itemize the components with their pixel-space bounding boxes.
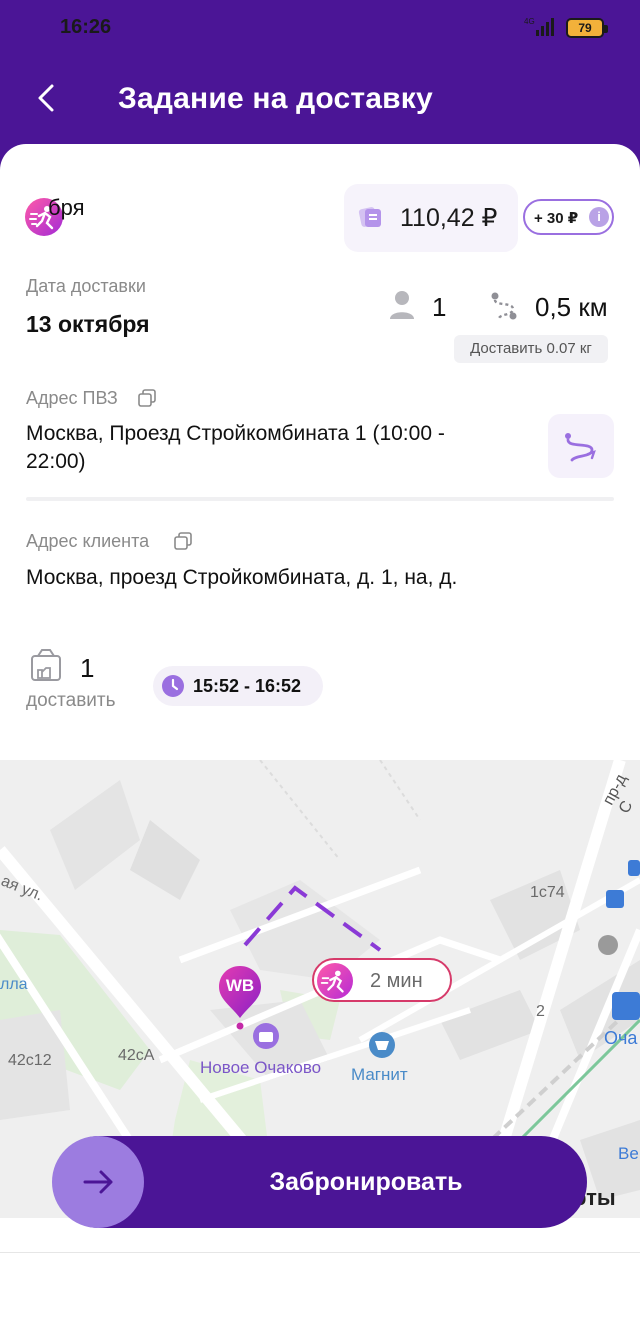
- book-button-label: Забронировать: [269, 1168, 463, 1196]
- clock-icon: [162, 675, 184, 697]
- delivery-task-screen: 16:26 4G 79 Задание на доставку бря 110,…: [0, 0, 640, 1331]
- status-time: 16:26: [60, 16, 112, 38]
- route-map-icon: [565, 433, 596, 462]
- battery-icon: 79: [566, 18, 608, 38]
- payment-icon: [358, 207, 381, 227]
- map-poi-label-magnit: Магнит: [351, 1065, 408, 1084]
- map-metro-label: Оча: [604, 1028, 638, 1048]
- book-button[interactable]: Забронировать: [52, 1136, 587, 1228]
- pickup-address: Москва, Проезд Стройкомбината 1 (10:00 -…: [26, 420, 445, 476]
- pickup-address-line2: 22:00): [26, 450, 86, 473]
- battery-level: 79: [578, 21, 592, 35]
- client-address: Москва, проезд Стройкомбината, д. 1, на,…: [26, 566, 458, 589]
- svg-text:4G: 4G: [524, 17, 535, 26]
- status-bar: 16:26 4G 79: [0, 0, 640, 56]
- courier-running-icon: [317, 963, 353, 999]
- courier-month-text: бря: [48, 195, 85, 220]
- time-window-chip: 15:52 - 16:52: [153, 666, 323, 706]
- copy-icon[interactable]: [173, 531, 193, 551]
- weight-chip: Доставить 0.07 кг: [454, 335, 608, 363]
- chevron-left-icon: [38, 84, 54, 112]
- parcel-count: 1: [80, 653, 95, 683]
- arrow-circle: [52, 1136, 144, 1228]
- map-pin-icon: [219, 966, 261, 1030]
- map-house-label: 1с74: [530, 884, 565, 901]
- price-value: 110,42 ₽: [400, 204, 498, 232]
- time-window: 15:52 - 16:52: [193, 676, 302, 696]
- eta-text: 2 мин: [370, 970, 423, 992]
- map-house-label: 2: [536, 1003, 545, 1020]
- client-address-label: Адрес клиента: [26, 531, 150, 551]
- bottom-divider: [0, 1252, 640, 1253]
- page-title: Задание на доставку: [118, 82, 433, 115]
- map-poi-label: Ве: [618, 1144, 639, 1163]
- bonus-value: + 30 ₽: [534, 210, 579, 227]
- pickup-pin-label: WB: [225, 976, 255, 995]
- person-icon: [390, 291, 414, 319]
- section-divider: [26, 497, 614, 501]
- persons-count: 1: [432, 292, 447, 322]
- copy-icon[interactable]: [137, 388, 157, 408]
- pickup-point-pin[interactable]: WB: [217, 964, 263, 1030]
- pickup-address-line1: Москва, Проезд Стройкомбината 1 (10:00 -: [26, 422, 445, 445]
- pickup-address-label: Адрес ПВЗ: [26, 388, 118, 408]
- signal-icon: 4G: [524, 17, 554, 36]
- bonus-badge[interactable]: + 30 ₽ i: [523, 199, 614, 235]
- back-button[interactable]: [28, 78, 68, 118]
- open-route-button[interactable]: [548, 414, 614, 478]
- parcel-label: доставить: [26, 690, 116, 711]
- route-icon: [491, 292, 517, 320]
- map-house-label: 42с12: [8, 1052, 52, 1069]
- price-box: 110,42 ₽: [344, 184, 518, 252]
- info-icon[interactable]: i: [589, 207, 609, 227]
- map-house-label: 42сА: [118, 1047, 155, 1064]
- delivery-date-label: Дата доставки: [26, 276, 146, 296]
- eta-badge: 2 мин: [312, 958, 452, 1002]
- parcel-box-icon: [31, 649, 61, 681]
- delivery-date-value: 13 октября: [26, 311, 150, 337]
- distance-value: 0,5 км: [535, 292, 608, 322]
- map-poi-label: лла: [0, 976, 28, 993]
- map-poi-label-novoe: Новое Очаково: [200, 1058, 322, 1077]
- arrow-right-icon: [83, 1170, 113, 1194]
